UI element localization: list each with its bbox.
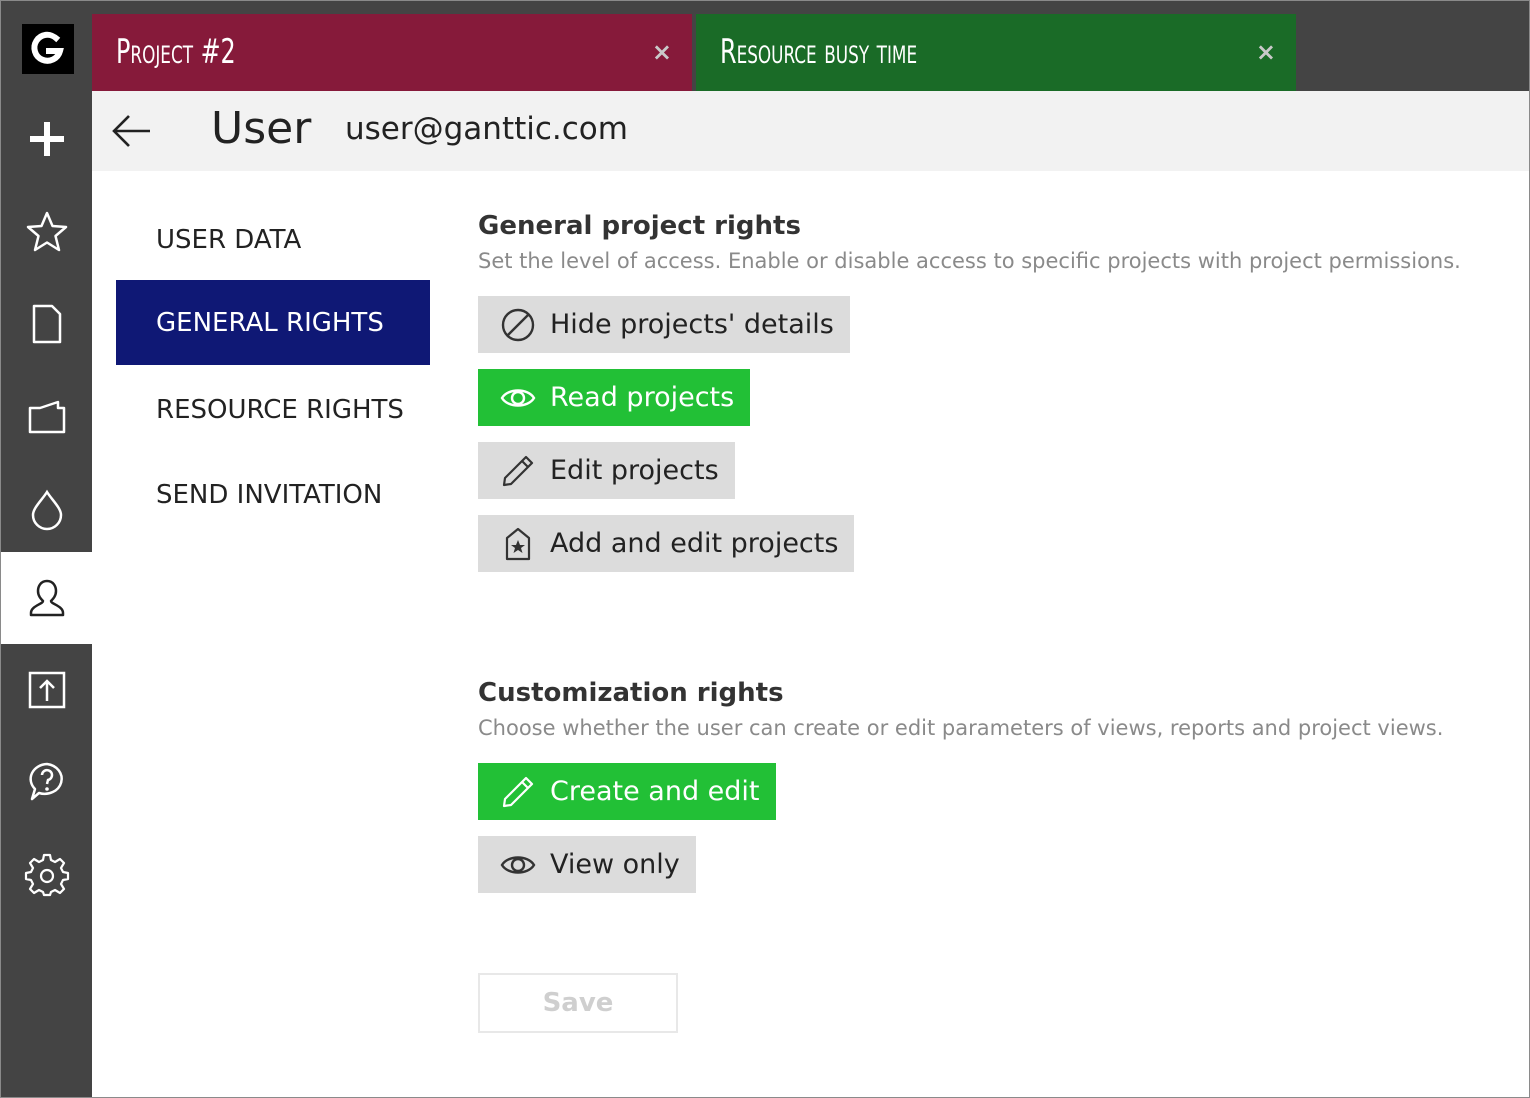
eye-icon [500, 388, 536, 407]
nav-user-data[interactable]: USER DATA [116, 197, 430, 282]
page-title: User [211, 103, 312, 154]
sidebar-favorites-button[interactable] [1, 186, 92, 278]
option-add-and-edit-projects[interactable]: Add and edit projects [478, 515, 855, 572]
tab-resource-title: Resource busy time [720, 32, 918, 72]
help-icon [28, 762, 63, 801]
eye-icon [500, 855, 536, 874]
option-create-and-edit[interactable]: Create and edit [478, 763, 776, 820]
nav-resource-rights[interactable]: RESOURCE RIGHTS [116, 367, 430, 452]
logo-g-icon [31, 31, 64, 64]
tab-resource-busy-time[interactable]: Resource busy time × [696, 14, 1296, 91]
pencil-icon [502, 776, 534, 807]
option-label: Add and edit projects [550, 528, 839, 559]
option-label: Create and edit [550, 776, 760, 807]
folder-icon [28, 400, 65, 434]
sidebar-add-button[interactable] [1, 93, 92, 185]
option-view-only[interactable]: View only [478, 836, 696, 893]
sidebar-folders-button[interactable] [1, 371, 92, 463]
sidebar-users-button[interactable] [1, 552, 92, 644]
plus-icon [29, 122, 64, 156]
nav-general-rights[interactable]: GENERAL RIGHTS [116, 280, 430, 365]
user-icon [29, 579, 64, 617]
general-rights-title: General project rights [478, 211, 801, 241]
option-edit-projects[interactable]: Edit projects [478, 442, 735, 499]
gear-icon [24, 853, 69, 897]
tab-project-title: Project #2 [116, 32, 236, 72]
page-header: User user@ganttic.com [92, 91, 1529, 171]
upload-icon [28, 671, 65, 709]
sidebar-drop-button[interactable] [1, 463, 92, 555]
option-label: Edit projects [550, 455, 719, 486]
drop-icon [31, 489, 62, 531]
option-read-projects[interactable]: Read projects [478, 369, 751, 426]
tab-project-close-icon[interactable]: × [652, 38, 672, 66]
option-label: View only [550, 849, 680, 880]
option-hide-projects-details[interactable]: Hide projects' details [478, 296, 850, 353]
save-button[interactable]: Save [478, 973, 678, 1033]
nav-send-invitation[interactable]: SEND INVITATION [116, 452, 430, 537]
general-rights-description: Set the level of access. Enable or disab… [478, 249, 1461, 273]
forbidden-icon [501, 308, 535, 341]
star-icon [26, 211, 67, 252]
sidebar-help-button[interactable] [1, 736, 92, 828]
app-logo[interactable] [22, 24, 74, 74]
customization-rights-title: Customization rights [478, 678, 784, 708]
tab-bar: Project #2 × Resource busy time × [92, 1, 1529, 91]
bookmark-star-icon [505, 527, 531, 560]
tab-resource-close-icon[interactable]: × [1256, 38, 1276, 66]
sidebar [1, 1, 92, 1097]
option-label: Hide projects' details [550, 309, 834, 340]
sidebar-settings-button[interactable] [1, 829, 92, 921]
document-icon [32, 304, 61, 344]
sidebar-export-button[interactable] [1, 644, 92, 736]
user-email: user@ganttic.com [345, 111, 628, 147]
sidebar-documents-button[interactable] [1, 278, 92, 370]
pencil-icon [502, 455, 534, 486]
tab-project[interactable]: Project #2 × [92, 14, 692, 91]
customization-rights-description: Choose whether the user can create or ed… [478, 716, 1444, 740]
back-arrow-icon[interactable] [110, 109, 154, 153]
option-label: Read projects [550, 382, 735, 413]
